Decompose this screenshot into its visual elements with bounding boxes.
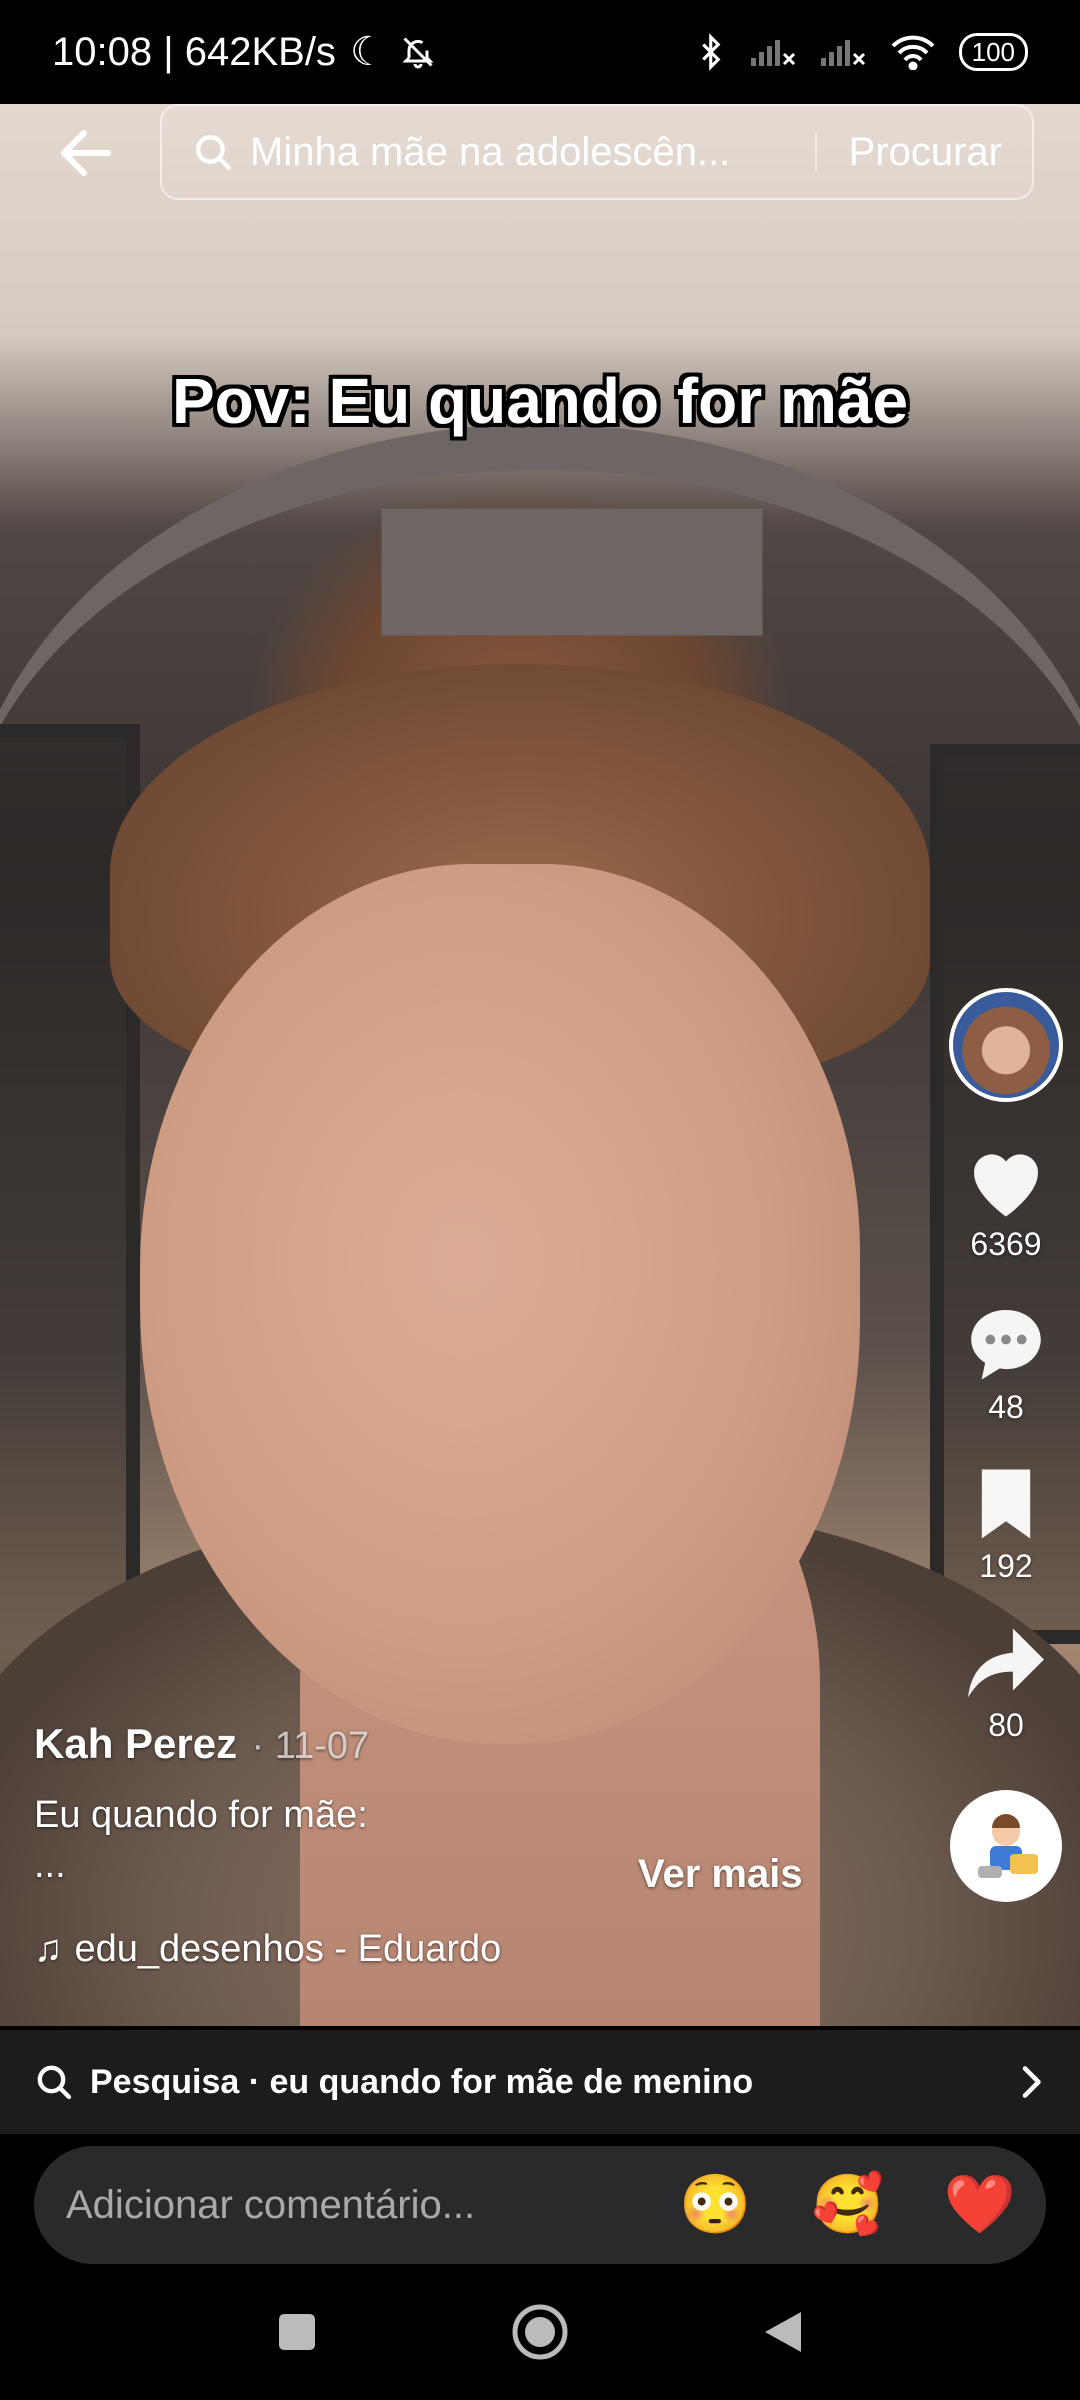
share-count: 80 bbox=[988, 1707, 1024, 1743]
related-search-bar[interactable]: Pesquisa · eu quando for mãe de menino bbox=[0, 2030, 1080, 2134]
do-not-disturb-moon-icon: ☾ bbox=[349, 30, 386, 74]
sound-name: edu_desenhos - Eduardo bbox=[74, 1928, 502, 1970]
muted-bell-icon bbox=[402, 37, 434, 69]
search-icon bbox=[37, 2065, 72, 2100]
signal-2-icon bbox=[820, 40, 865, 66]
back-triangle-icon[interactable] bbox=[761, 2308, 805, 2356]
sound-disc[interactable] bbox=[950, 1790, 1062, 1902]
search-button[interactable]: Procurar bbox=[849, 130, 1002, 175]
time-and-network-speed: 10:08 | 642KB/s bbox=[52, 29, 336, 74]
comment-count: 48 bbox=[988, 1389, 1024, 1425]
back-button[interactable] bbox=[52, 118, 122, 188]
signal-1-icon bbox=[750, 40, 795, 66]
home-circle-icon[interactable] bbox=[510, 2302, 570, 2362]
status-right: 100 bbox=[697, 33, 1028, 71]
bookmark-button[interactable]: 192 bbox=[974, 1466, 1038, 1585]
video-subject-face bbox=[140, 864, 860, 1744]
wifi-icon bbox=[891, 35, 935, 70]
bookmark-icon bbox=[981, 1469, 1031, 1539]
video-text-overlay: Pov: Eu quando for mãe bbox=[171, 365, 909, 437]
comment-placeholder: Adicionar comentário... bbox=[66, 2182, 476, 2227]
share-arrow-icon bbox=[968, 1628, 1044, 1698]
action-rail: 6369 48 192 80 bbox=[946, 988, 1066, 1902]
emoji-red-heart[interactable]: ❤️ bbox=[944, 2176, 1016, 2234]
heart-icon bbox=[974, 1154, 1038, 1217]
see-more-button[interactable]: Ver mais bbox=[638, 1852, 803, 1897]
related-search-text: Pesquisa · eu quando for mãe de menino bbox=[90, 2062, 754, 2101]
post-date: · 11-07 bbox=[251, 1725, 370, 1767]
search-query[interactable]: Minha mãe na adolescên... bbox=[250, 130, 783, 175]
search-icon bbox=[195, 134, 231, 170]
battery-indicator: 100 bbox=[958, 33, 1028, 71]
share-button[interactable]: 80 bbox=[964, 1625, 1048, 1744]
emoji-flushed[interactable]: 😳 bbox=[679, 2176, 751, 2234]
bluetooth-icon bbox=[701, 33, 721, 71]
like-count: 6369 bbox=[970, 1226, 1042, 1262]
system-nav-bar bbox=[0, 2264, 1080, 2400]
search-bar[interactable]: Minha mãe na adolescên... Procurar bbox=[160, 104, 1034, 200]
comment-area: Adicionar comentário... 😳 🥰 ❤️ bbox=[0, 2134, 1080, 2264]
status-bar: 10:08 | 642KB/s ☾ 100 bbox=[0, 0, 1080, 104]
back-arrow-icon bbox=[61, 130, 111, 176]
comment-button[interactable]: 48 bbox=[964, 1303, 1048, 1426]
recents-square-icon[interactable] bbox=[275, 2310, 319, 2354]
chevron-right-icon bbox=[1022, 2066, 1041, 2098]
description-line: Eu quando for mãe: bbox=[34, 1794, 368, 1836]
sound-link[interactable]: ♫ edu_desenhos - Eduardo bbox=[34, 1928, 534, 1971]
sound-cover-icon bbox=[978, 1814, 1038, 1878]
bookmark-count: 192 bbox=[979, 1548, 1033, 1584]
creator-avatar[interactable] bbox=[949, 988, 1063, 1102]
search-divider bbox=[814, 132, 817, 172]
comment-input[interactable]: Adicionar comentário... 😳 🥰 ❤️ bbox=[34, 2146, 1046, 2264]
emoji-smiling-hearts[interactable]: 🥰 bbox=[812, 2176, 884, 2234]
status-left: 10:08 | 642KB/s ☾ bbox=[52, 29, 436, 75]
like-button[interactable]: 6369 bbox=[963, 1142, 1049, 1263]
author-name[interactable]: Kah Perez bbox=[34, 1720, 237, 1767]
comment-bubble-icon bbox=[971, 1309, 1041, 1380]
music-note-icon: ♫ bbox=[34, 1928, 63, 1970]
